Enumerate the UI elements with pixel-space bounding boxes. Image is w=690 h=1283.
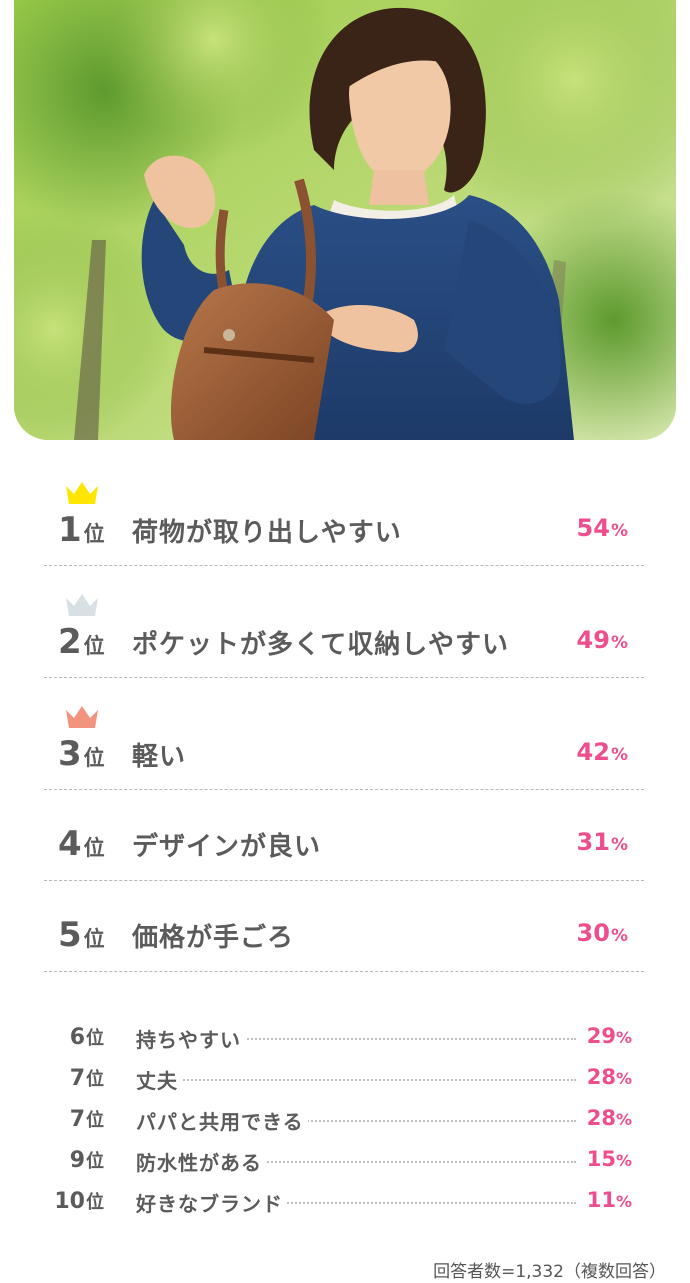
ranking-row-7a: 7位 丈夫 28% (44, 1061, 632, 1101)
ranking-label: 防水性がある (136, 1147, 266, 1176)
ranking-label: パパと共用できる (136, 1106, 308, 1135)
ranking-percent: 30% (576, 919, 628, 947)
ranking-row-1: 1位 荷物が取り出しやすい 54% (44, 470, 644, 566)
ranking-percent: 31% (576, 828, 628, 856)
rank-number: 10位 (54, 1189, 104, 1214)
rank-number: 2位 (58, 622, 105, 662)
rank-number: 7位 (69, 1066, 104, 1091)
ranking-percent: 49% (576, 626, 628, 654)
ranking-row-10: 10位 好きなブランド 11% (44, 1184, 632, 1224)
leader-dots (136, 1079, 576, 1081)
ranking-label: 持ちやすい (136, 1024, 245, 1053)
rank-number: 7位 (69, 1107, 104, 1132)
hero-photo (14, 0, 676, 440)
ranking-row-3: 3位 軽い 42% (44, 678, 644, 790)
survey-footnote: 回答者数=1,332（複数回答） (433, 1262, 666, 1282)
ranking-percent: 11% (582, 1188, 632, 1212)
ranking-row-2: 2位 ポケットが多くて収納しやすい 49% (44, 566, 644, 678)
ranking-label: デザインが良い (132, 832, 322, 862)
ranking-percent: 42% (576, 738, 628, 766)
ranking-row-5: 5位 価格が手ごろ 30% (44, 881, 644, 972)
ranking-percent: 29% (582, 1024, 632, 1048)
bronze-crown-icon (66, 706, 98, 728)
ranking-label: 好きなブランド (136, 1188, 287, 1217)
photo-woman-with-bag-icon (14, 0, 676, 440)
ranking-percent: 15% (582, 1147, 632, 1171)
rank-number: 6位 (69, 1025, 104, 1050)
ranking-label: 軽い (132, 742, 187, 772)
rank-number: 5位 (58, 915, 105, 955)
ranking-label: 価格が手ごろ (132, 923, 295, 953)
ranking-label: ポケットが多くて収納しやすい (132, 630, 509, 660)
ranking-row-7b: 7位 パパと共用できる 28% (44, 1102, 632, 1142)
rank-number: 4位 (58, 824, 105, 864)
ranking-percent: 54% (576, 514, 628, 542)
silver-crown-icon (66, 594, 98, 616)
ranking-percent: 28% (582, 1106, 632, 1130)
gold-crown-icon (66, 482, 98, 504)
rank-number: 3位 (58, 734, 105, 774)
ranking-row-4: 4位 デザインが良い 31% (44, 790, 644, 881)
ranking-percent: 28% (582, 1065, 632, 1089)
ranking-label: 荷物が取り出しやすい (132, 518, 402, 548)
ranking-row-9: 9位 防水性がある 15% (44, 1143, 632, 1183)
ranking-row-6: 6位 持ちやすい 29% (44, 1020, 632, 1060)
rank-number: 9位 (69, 1148, 104, 1173)
ranking-label: 丈夫 (136, 1065, 182, 1094)
rank-number: 1位 (58, 510, 105, 550)
